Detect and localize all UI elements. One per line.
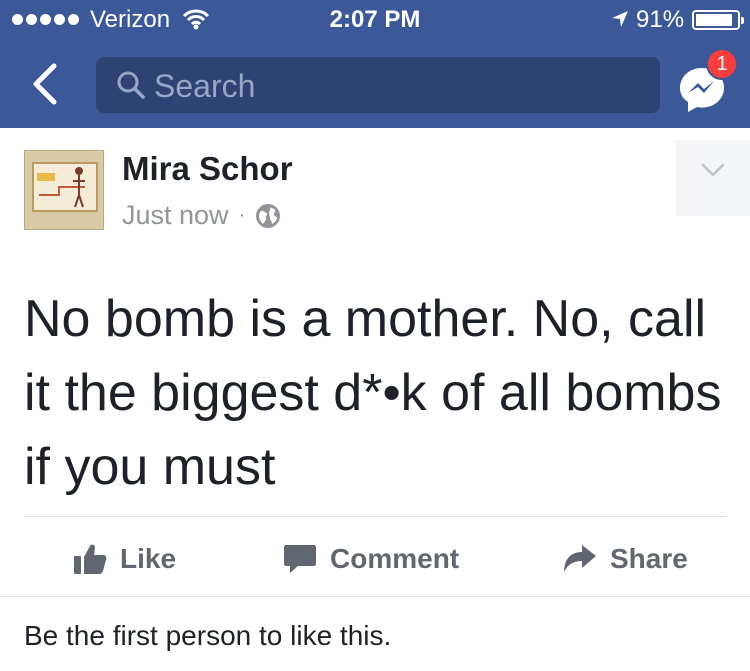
likes-summary: Be the first person to like this.	[24, 620, 392, 651]
search-placeholder: Search	[154, 68, 256, 104]
app-header: Verizon 2:07 PM 91% Search 1	[0, 0, 750, 128]
chevron-left-icon	[33, 63, 57, 105]
profile-picture	[25, 151, 103, 229]
comment-icon	[284, 545, 316, 573]
battery-icon	[692, 10, 744, 30]
comment-label: Comment	[330, 543, 460, 574]
status-bar: Verizon 2:07 PM 91%	[0, 0, 750, 40]
back-button[interactable]	[26, 62, 66, 106]
chevron-down-icon	[701, 163, 725, 177]
like-button[interactable]: Like	[72, 534, 176, 584]
location-arrow-icon	[612, 11, 628, 27]
post-options-button[interactable]	[676, 140, 750, 216]
like-label: Like	[120, 543, 177, 574]
search-input[interactable]: Search	[96, 57, 660, 113]
post-timestamp[interactable]: Just now	[122, 200, 229, 231]
share-button[interactable]: Share	[562, 534, 688, 584]
comment-button[interactable]: Comment	[282, 534, 459, 584]
divider	[24, 516, 726, 517]
battery-percent: 91%	[636, 6, 685, 33]
share-arrow-icon	[564, 545, 596, 572]
author-name[interactable]: Mira Schor	[122, 150, 293, 188]
divider	[0, 596, 750, 597]
meta-separator: ·	[238, 204, 246, 226]
thumbs-up-icon	[74, 544, 107, 574]
post-text: No bomb is a mother. No, call it the big…	[24, 290, 722, 496]
avatar[interactable]	[24, 150, 104, 230]
post-meta: Just now ·	[122, 200, 281, 231]
notification-badge: 1	[706, 48, 738, 80]
share-label: Share	[610, 543, 688, 574]
globe-icon	[256, 203, 281, 228]
search-icon	[117, 71, 145, 99]
